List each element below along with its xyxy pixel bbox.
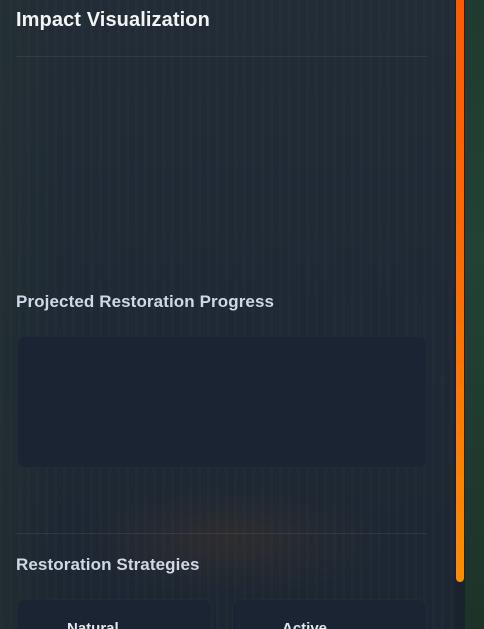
impact-visualization-canvas[interactable] — [16, 58, 427, 278]
strategy-card-natural[interactable]: Natural — [17, 599, 212, 629]
scrollbar-thumb[interactable] — [456, 0, 464, 582]
app-viewport: Impact Visualization Projected Restorati… — [0, 0, 484, 629]
strategy-card-label: Natural — [67, 620, 119, 629]
strategies-divider — [16, 533, 427, 534]
title-divider — [16, 56, 427, 57]
impact-panel: Impact Visualization Projected Restorati… — [0, 0, 455, 629]
strategy-card-label: Active — [282, 620, 328, 629]
impact-visualization-title: Impact Visualization — [16, 9, 210, 31]
strategy-card-active[interactable]: Active — [232, 599, 427, 629]
restoration-progress-chart[interactable] — [17, 336, 427, 468]
background-forest-strip — [465, 0, 484, 629]
restoration-progress-title: Projected Restoration Progress — [16, 292, 275, 311]
scrollbar-track[interactable] — [455, 0, 465, 629]
restoration-strategies-title: Restoration Strategies — [16, 555, 200, 574]
